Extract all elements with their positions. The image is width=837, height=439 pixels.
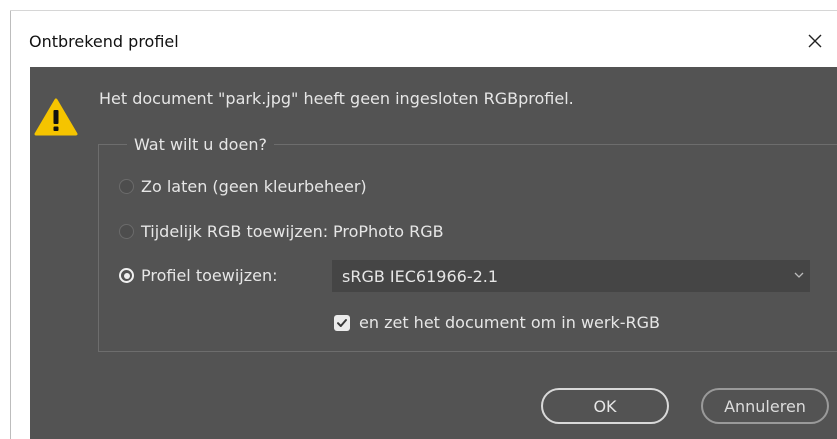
window-border-left — [10, 10, 11, 439]
radio-assign-profile[interactable]: Profiel toewijzen: — [119, 266, 278, 285]
options-legend: Wat wilt u doen? — [127, 135, 274, 154]
title-bar: Ontbrekend profiel — [11, 11, 837, 67]
checkmark-icon — [337, 318, 347, 327]
warning-icon — [34, 98, 78, 136]
temporary-profile-value: ProPhoto RGB — [333, 222, 444, 241]
radio-button[interactable] — [119, 224, 134, 239]
radio-button[interactable] — [119, 179, 134, 194]
radio-assign-label: Profiel toewijzen: — [141, 266, 278, 285]
convert-checkbox-label: en zet het document om in werk-RGB — [359, 313, 660, 332]
profile-select[interactable]: sRGB IEC61966-2.1 — [332, 260, 810, 292]
convert-checkbox[interactable] — [334, 314, 350, 331]
convert-checkbox-row[interactable]: en zet het document om in werk-RGB — [334, 313, 660, 332]
dialog-body: Het document "park.jpg" heeft geen inges… — [30, 67, 837, 439]
radio-leave-as-is[interactable]: Zo laten (geen kleurbeheer) — [119, 177, 367, 196]
ok-button[interactable]: OK — [541, 388, 669, 424]
close-button[interactable] — [797, 23, 833, 59]
radio-temporary-label: Tijdelijk RGB toewijzen: — [141, 222, 329, 241]
message-text: Het document "park.jpg" heeft geen inges… — [99, 89, 574, 108]
dialog-window: Ontbrekend profiel Het document "park.jp… — [0, 0, 837, 439]
cancel-button[interactable]: Annuleren — [701, 388, 829, 424]
radio-button-selected[interactable] — [119, 268, 134, 283]
radio-leave-label: Zo laten (geen kleurbeheer) — [141, 177, 367, 196]
profile-select-value: sRGB IEC61966-2.1 — [342, 267, 499, 286]
close-icon — [808, 34, 822, 48]
radio-temporary-rgb[interactable]: Tijdelijk RGB toewijzen: — [119, 222, 328, 241]
dialog-title: Ontbrekend profiel — [29, 32, 179, 51]
chevron-down-icon — [794, 272, 804, 278]
